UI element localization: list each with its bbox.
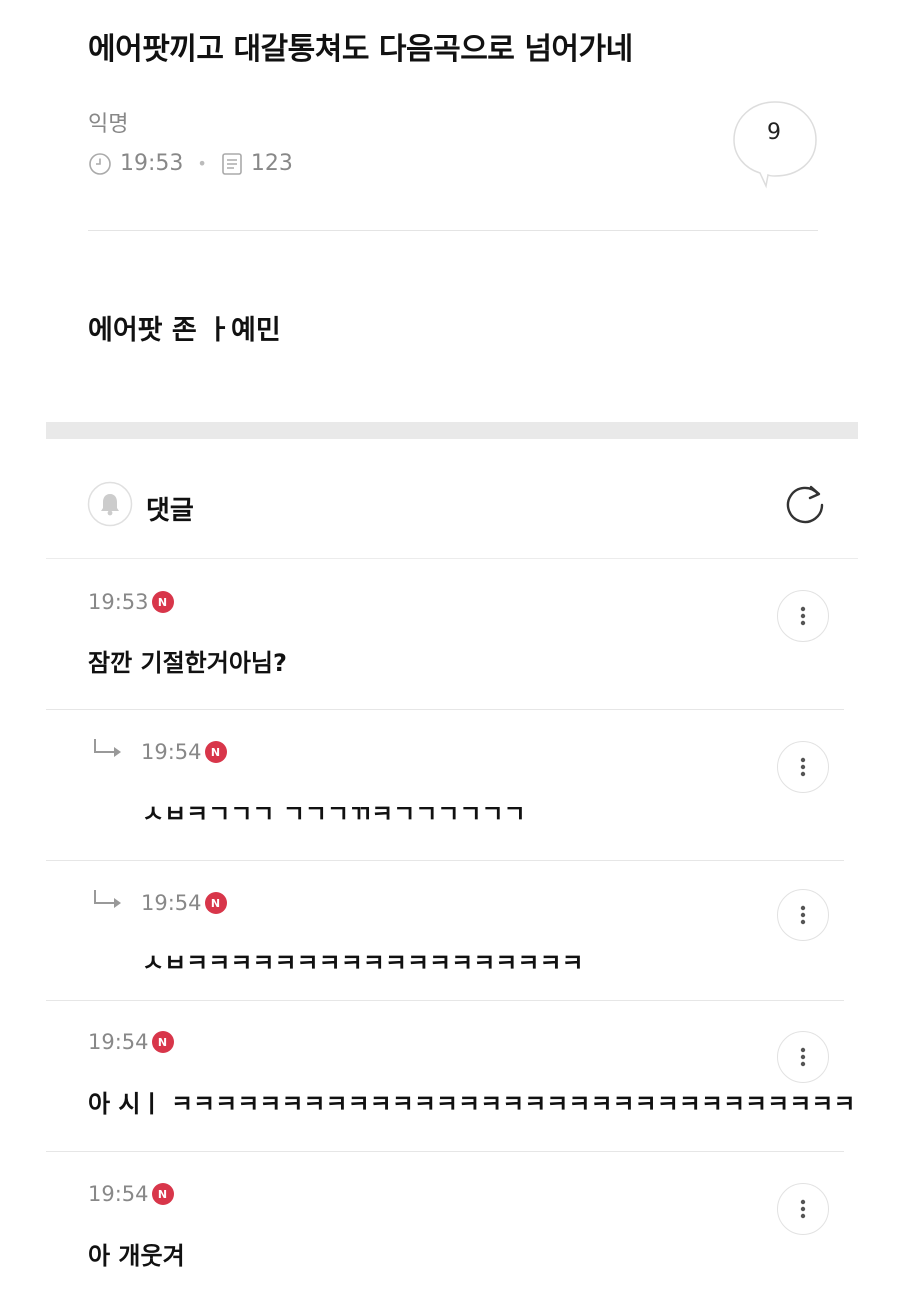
reply-arrow-icon xyxy=(94,890,121,908)
comment-count: 9 xyxy=(767,120,781,145)
comment-item-reply: 19:54 N ㅅㅂㅋㄱㄱㄱ ㄱㄱㄱㄲㅋㄱㄱㄱㄱㄱㄱ xyxy=(46,710,844,861)
comment-text: ㅅㅂㅋㄱㄱㄱ ㄱㄱㄱㄲㅋㄱㄱㄱㄱㄱㄱ xyxy=(142,800,526,828)
post-time: 19:53 xyxy=(120,151,184,176)
comment-time: 19:53 xyxy=(88,590,149,614)
comments-label: 댓글 xyxy=(146,496,194,526)
more-options-button[interactable] xyxy=(777,590,829,642)
comment-time: 19:54 xyxy=(141,891,202,915)
post-meta: 19:53 • 123 xyxy=(88,151,293,176)
more-options-button[interactable] xyxy=(777,1031,829,1083)
comment-time-row: 19:53 N xyxy=(88,590,174,614)
more-vertical-icon xyxy=(800,1199,806,1219)
comment-time: 19:54 xyxy=(88,1030,149,1054)
views-icon xyxy=(222,152,242,175)
comment-time: 19:54 xyxy=(88,1182,149,1206)
author-name: 익명 xyxy=(88,112,129,137)
post-title: 에어팟끼고 대갈통쳐도 다음곡으로 넘어가네 xyxy=(88,32,633,67)
comment-item-reply: 19:54 N ㅅㅂㅋㅋㅋㅋㅋㅋㅋㅋㅋㅋㅋㅋㅋㅋㅋㅋㅋㅋ xyxy=(46,861,844,1001)
more-vertical-icon xyxy=(800,905,806,925)
post-views: 123 xyxy=(250,151,293,176)
comment-text: 아 개웃겨 xyxy=(88,1242,185,1270)
more-options-button[interactable] xyxy=(777,741,829,793)
new-badge: N xyxy=(204,741,227,763)
comment-time-row: 19:54 N xyxy=(141,891,227,915)
more-options-button[interactable] xyxy=(777,1183,829,1235)
more-vertical-icon xyxy=(800,757,806,777)
comment-text: 잠깐 기절한거아님? xyxy=(88,649,287,677)
new-badge: N xyxy=(151,1031,174,1053)
comment-item: 19:53 N 잠깐 기절한거아님? xyxy=(46,559,844,710)
clock-icon xyxy=(89,152,111,175)
comment-item: 19:54 N 아 개웃겨 xyxy=(46,1152,844,1293)
new-badge: N xyxy=(204,892,227,914)
comment-time-row: 19:54 N xyxy=(141,740,227,764)
new-badge: N xyxy=(151,1183,174,1205)
comment-item: 19:54 N 아 시ㅣ ㅋㅋㅋㅋㅋㅋㅋㅋㅋㅋㅋㅋㅋㅋㅋㅋㅋㅋㅋㅋㅋㅋㅋㅋㅋㅋㅋ… xyxy=(46,1001,855,1152)
refresh-icon[interactable] xyxy=(781,479,829,527)
new-badge: N xyxy=(151,591,174,613)
post-divider xyxy=(88,230,818,231)
reply-arrow-icon xyxy=(94,739,121,757)
comment-time: 19:54 xyxy=(141,740,202,764)
comment-time-row: 19:54 N xyxy=(88,1030,174,1054)
more-vertical-icon xyxy=(800,1047,806,1067)
section-separator xyxy=(46,422,858,439)
meta-separator: • xyxy=(197,154,207,173)
comment-text: 아 시ㅣ ㅋㅋㅋㅋㅋㅋㅋㅋㅋㅋㅋㅋㅋㅋㅋㅋㅋㅋㅋㅋㅋㅋㅋㅋㅋㅋㅋㅋㅋㅋㅋ xyxy=(88,1090,856,1118)
more-vertical-icon xyxy=(800,606,806,626)
comment-text: ㅅㅂㅋㅋㅋㅋㅋㅋㅋㅋㅋㅋㅋㅋㅋㅋㅋㅋㅋㅋ xyxy=(142,949,584,977)
more-options-button[interactable] xyxy=(777,889,829,941)
post-body: 에어팟 존 ㅏ예민 xyxy=(88,315,281,346)
comment-time-row: 19:54 N xyxy=(88,1182,174,1206)
bell-icon[interactable] xyxy=(87,481,133,527)
